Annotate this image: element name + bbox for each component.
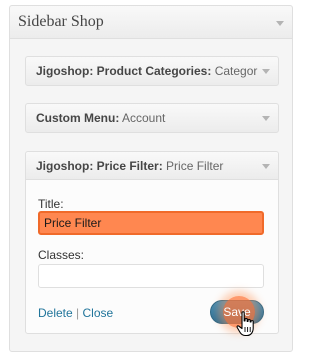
- action-separator: |: [76, 306, 80, 320]
- chevron-down-icon[interactable]: [262, 69, 270, 74]
- widget-title-bar[interactable]: Jigoshop: Price Filter: Price Filter: [26, 152, 278, 180]
- widget-name: Custom Menu:: [36, 111, 120, 125]
- widget-price-filter: Jigoshop: Price Filter: Price Filter Tit…: [25, 151, 279, 334]
- widget-name: Jigoshop: Product Categories:: [36, 64, 212, 78]
- close-link[interactable]: Close: [83, 306, 114, 320]
- hand-pointer-icon: [236, 311, 254, 337]
- delete-link[interactable]: Delete: [38, 306, 73, 320]
- widget-title-bar[interactable]: Custom Menu: Account: [26, 104, 278, 132]
- widget-product-categories[interactable]: Jigoshop: Product Categories: Categor: [25, 56, 279, 86]
- widget-title-bar[interactable]: Jigoshop: Product Categories: Categor: [26, 57, 278, 85]
- widget-instance-title: Price Filter: [166, 159, 224, 173]
- widget-custom-menu[interactable]: Custom Menu: Account: [25, 103, 279, 133]
- chevron-down-icon[interactable]: [262, 116, 270, 121]
- sidebar-header[interactable]: Sidebar Shop: [10, 6, 292, 39]
- title-field-label: Title:: [38, 197, 64, 211]
- widget-name: Jigoshop: Price Filter:: [36, 159, 163, 173]
- chevron-down-icon[interactable]: [262, 164, 270, 169]
- widget-instance-title: Categor: [214, 64, 258, 78]
- widget-actions: Delete | Close: [38, 306, 113, 320]
- title-input[interactable]: [38, 211, 264, 235]
- widget-instance-title: Account: [122, 111, 166, 125]
- sidebar-shop-panel: Sidebar Shop Jigoshop: Product Categorie…: [9, 5, 293, 352]
- sidebar-title: Sidebar Shop: [18, 13, 104, 30]
- classes-input[interactable]: [38, 264, 264, 288]
- chevron-down-icon[interactable]: [276, 21, 284, 26]
- classes-field-label: Classes:: [38, 248, 85, 262]
